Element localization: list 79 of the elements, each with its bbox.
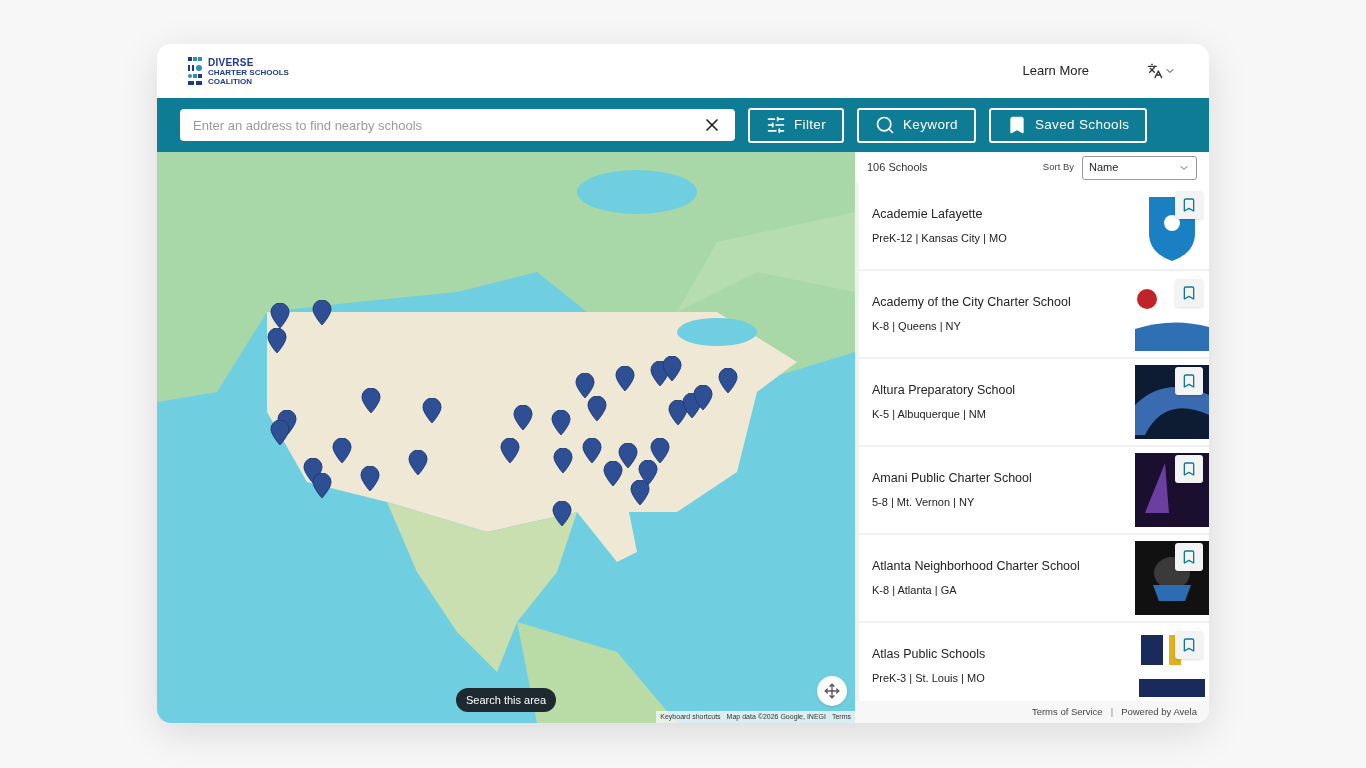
- bookmark-button[interactable]: [1175, 455, 1203, 483]
- map-pin-icon[interactable]: [270, 420, 290, 446]
- footer-link[interactable]: Powered by Avela: [1121, 704, 1197, 720]
- map-pin-icon[interactable]: [303, 458, 323, 484]
- school-details: 5-8 | Mt. Vernon | NY: [872, 495, 976, 511]
- map-pin-icon[interactable]: [603, 461, 623, 487]
- move-icon: [824, 683, 840, 699]
- bookmark-icon: [1181, 285, 1197, 301]
- map-pin-icon[interactable]: [630, 480, 650, 506]
- school-card[interactable]: Atlanta Neighborhood Charter School K-8 | Atlanta | GA: [859, 535, 1209, 623]
- map-pin-icon[interactable]: [360, 466, 380, 492]
- school-name: Academie Lafayette: [872, 206, 984, 224]
- map-pin-icon[interactable]: [551, 410, 571, 436]
- school-name: Atlas Public Schools: [872, 646, 987, 664]
- bookmark-button[interactable]: [1175, 279, 1203, 307]
- map-pin-icon[interactable]: [408, 450, 428, 476]
- map-pin-icon[interactable]: [361, 388, 381, 414]
- map-pin-icon[interactable]: [582, 438, 602, 464]
- map-pin-icon[interactable]: [650, 438, 670, 464]
- school-details: K-8 | Queens | NY: [872, 319, 962, 335]
- map-pin-icon[interactable]: [662, 356, 682, 382]
- school-card[interactable]: Academy of the City Charter School K-8 | Queens | NY: [859, 271, 1209, 359]
- map-pin-icon[interactable]: [693, 385, 713, 411]
- bookmark-button[interactable]: [1175, 631, 1203, 659]
- school-details: K-8 | Atlanta | GA: [872, 583, 958, 599]
- translate-icon: [1147, 63, 1163, 79]
- map-pin-icon[interactable]: [718, 368, 738, 394]
- learn-more-link[interactable]: Learn More: [1022, 61, 1089, 81]
- map-pin-icon[interactable]: [618, 443, 638, 469]
- school-card[interactable]: Amani Public Charter School 5-8 | Mt. Vernon | NY: [859, 447, 1209, 535]
- logo-icon: [188, 57, 202, 85]
- keyword-button[interactable]: Keyword: [857, 107, 976, 143]
- map-pin-icon[interactable]: [312, 300, 332, 326]
- bookmark-button[interactable]: [1175, 543, 1203, 571]
- school-name: Altura Preparatory School: [872, 382, 1017, 400]
- map-pin-icon[interactable]: [615, 366, 635, 392]
- map-pin-icon[interactable]: [422, 398, 442, 424]
- map-pin-icon[interactable]: [270, 303, 290, 329]
- map-pin-icon[interactable]: [638, 460, 658, 486]
- filter-button[interactable]: Filter: [748, 107, 845, 143]
- map-pin-icon[interactable]: [668, 400, 688, 426]
- map-pin-icon[interactable]: [587, 396, 607, 422]
- map-pin-icon[interactable]: [513, 405, 533, 431]
- bookmark-icon: [1181, 373, 1197, 389]
- address-search-field[interactable]: Enter an address to find nearby schools: [180, 109, 735, 141]
- sliders-icon: [766, 115, 786, 135]
- search-icon: [875, 115, 896, 135]
- separator-text: |: [1110, 704, 1114, 719]
- bookmark-button[interactable]: [1175, 367, 1203, 395]
- logo-text: DIVERSE: [208, 56, 255, 68]
- sort-label: Sort By: [1042, 160, 1074, 175]
- bookmark-icon: [1181, 461, 1197, 477]
- logo-text: CHARTER SCHOOLS: [208, 67, 289, 77]
- school-name: Academy of the City Charter School: [872, 294, 1072, 312]
- school-details: K-5 | Albuquerque | NM: [872, 407, 987, 423]
- map-pin-icon[interactable]: [575, 373, 595, 399]
- footer-link[interactable]: Terms of Service: [1031, 704, 1103, 720]
- school-card[interactable]: Altura Preparatory School K-5 | Albuquerque | NM: [859, 359, 1209, 447]
- map-pin-icon[interactable]: [553, 448, 573, 474]
- map-pin-icon[interactable]: [267, 328, 287, 354]
- bookmark-icon: [1181, 637, 1197, 653]
- map-pin-icon[interactable]: [552, 501, 572, 527]
- school-details: PreK-3 | St. Louis | MO: [872, 671, 986, 687]
- school-details: PreK-12 | Kansas City | MO: [872, 231, 1008, 247]
- bookmark-icon: [1181, 549, 1197, 565]
- sort-dropdown[interactable]: Name: [1082, 155, 1197, 180]
- result-count: 106 Schools: [867, 160, 928, 176]
- saved-button[interactable]: Saved Schools: [988, 107, 1148, 143]
- school-name: Atlanta Neighborhood Charter School: [872, 558, 1081, 576]
- search-area-button[interactable]: Search this area: [456, 688, 557, 712]
- map-pin-icon[interactable]: [312, 473, 332, 499]
- language-button[interactable]: [1147, 63, 1176, 79]
- school-card[interactable]: Academie Lafayette PreK-12 | Kansas City | MO: [859, 183, 1209, 271]
- logo-text: COALITION: [208, 76, 253, 86]
- school-name: Amani Public Charter School: [872, 470, 1033, 488]
- map-pin-icon[interactable]: [332, 438, 352, 464]
- bookmark-button[interactable]: [1175, 191, 1203, 219]
- bookmark-icon: [1181, 197, 1197, 213]
- map-pin-icon[interactable]: [500, 438, 520, 464]
